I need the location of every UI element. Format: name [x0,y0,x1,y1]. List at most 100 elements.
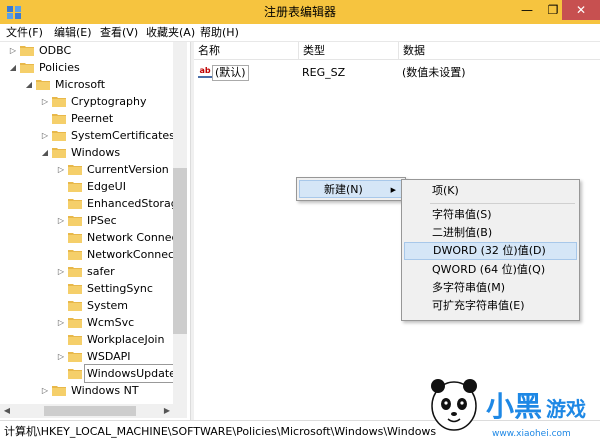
watermark-brand: 小黑 [486,390,542,423]
menu-view[interactable]: 查看(V) [96,24,142,42]
folder-icon [68,284,82,294]
folder-icon [68,165,82,175]
close-button[interactable]: ✕ [562,0,600,20]
folder-icon [52,386,66,396]
new-submenu: 项(K) 字符串值(S) 二进制值(B) DWORD (32 位)值(D) QW… [401,179,580,321]
value-row[interactable]: ab (默认) REG_SZ (数值未设置) [194,64,600,82]
context-menu-new[interactable]: 新建(N) ▶ [299,180,403,198]
expand-icon[interactable]: ▷ [56,161,66,178]
collapse-icon[interactable]: ◢ [40,144,50,161]
registry-path: 计算机\HKEY_LOCAL_MACHINE\SOFTWARE\Policies… [4,425,437,438]
tree-item-policies[interactable]: ◢ Policies [8,59,82,76]
tree-vertical-scroll-thumb[interactable] [173,168,187,334]
folder-icon [52,131,66,141]
tree-item-systemcertificates[interactable]: ▷ SystemCertificates [40,127,177,144]
registry-tree[interactable]: ▷ ODBC ◢ Policies ◢ Microsoft ▷ Cryptography… [0,42,190,420]
submenu-item-string-value[interactable]: 字符串值(S) [404,206,577,224]
tree-item-wcmsvc[interactable]: ▷ WcmSvc [56,314,136,331]
tree-item-label: EnhancedStorage [87,197,185,210]
tree-item-windows[interactable]: ◢ Windows [40,144,122,161]
submenu-item-dword-value[interactable]: DWORD (32 位)值(D) [404,242,577,260]
panda-icon [431,379,477,431]
tree-item-settingsync[interactable]: SettingSync [56,280,155,297]
menu-help[interactable]: 帮助(H) [196,24,243,42]
tree-item-label: WindowsUpdate [84,364,179,383]
folder-icon [68,267,82,277]
tree-item-odbc[interactable]: ▷ ODBC [8,42,73,59]
folder-icon [52,97,66,107]
folder-icon [68,318,82,328]
submenu-item-expandable-string-value[interactable]: 可扩充字符串值(E) [404,297,577,315]
submenu-item-multi-string-value[interactable]: 多字符串值(M) [404,279,577,297]
menu-edit[interactable]: 编辑(E) [50,24,96,42]
tree-item-networkconnecti[interactable]: NetworkConnecti [56,246,183,263]
tree-item-safer[interactable]: ▷ safer [56,263,117,280]
expand-icon[interactable]: ▷ [56,314,66,331]
scroll-right-arrow-icon[interactable]: ▶ [160,404,174,418]
tree-item-system[interactable]: System [56,297,130,314]
menu-favorites[interactable]: 收藏夹(A) [142,24,199,42]
tree-item-label: Cryptography [71,95,147,108]
tree-item-label: CurrentVersion [87,163,169,176]
collapse-icon[interactable]: ◢ [8,59,18,76]
tree-item-currentversion[interactable]: ▷ CurrentVersion [56,161,171,178]
scroll-left-arrow-icon[interactable]: ◀ [0,404,14,418]
tree-item-windows-nt[interactable]: ▷ Windows NT [40,382,141,399]
column-header-name[interactable]: 名称 [194,42,294,60]
tree-item-microsoft[interactable]: ◢ Microsoft [24,76,107,93]
tree-item-label: NetworkConnecti [87,248,182,261]
tree-item-peernet[interactable]: Peernet [40,110,115,127]
tree-item-workplacejoin[interactable]: WorkplaceJoin [56,331,166,348]
value-data: (数值未设置) [402,66,466,79]
tree-item-network-connect[interactable]: Network Connect [56,229,184,246]
tree-item-windowsupdate[interactable]: WindowsUpdate [56,364,179,383]
folder-icon [68,352,82,362]
title-bar: 注册表编辑器 — ❐ ✕ [0,0,600,24]
tree-item-ipsec[interactable]: ▷ IPSec [56,212,119,229]
tree-item-label: SettingSync [87,282,153,295]
folder-icon [20,46,34,56]
expand-icon[interactable]: ▷ [40,93,50,110]
expand-icon[interactable]: ▷ [8,42,18,59]
folder-icon [68,369,82,379]
site-watermark-logo: 小黑 游戏 www.xiaohei.com [431,379,586,439]
tree-item-cryptography[interactable]: ▷ Cryptography [40,93,148,110]
folder-icon [52,148,66,158]
tree-item-label: ODBC [39,44,72,57]
tree-item-label: Network Connect [87,231,182,244]
tree-item-label: WorkplaceJoin [87,333,165,346]
menu-bar: 文件(F) 编辑(E) 查看(V) 收藏夹(A) 帮助(H) [0,24,600,42]
tree-item-label: WSDAPI [87,350,131,363]
tree-item-label: Policies [39,61,80,74]
value-type: REG_SZ [302,66,346,79]
expand-icon[interactable]: ▷ [40,127,50,144]
expand-icon[interactable]: ▷ [40,382,50,399]
window-title: 注册表编辑器 [263,5,336,19]
list-header: 名称 类型 数据 [194,42,600,60]
folder-icon [68,182,82,192]
tree-horizontal-scroll-thumb[interactable] [44,406,136,416]
watermark-url: www.xiaohei.com [492,429,571,439]
tree-item-label: safer [87,265,115,278]
expand-icon[interactable]: ▷ [56,263,66,280]
folder-icon [68,250,82,260]
tree-item-enhancedstorage[interactable]: EnhancedStorage [56,195,186,212]
tree-item-label: Windows [71,146,121,159]
submenu-item-qword-value[interactable]: QWORD (64 位)值(Q) [404,261,577,279]
folder-icon [68,301,82,311]
minimize-button[interactable]: — [514,0,540,20]
submenu-item-key[interactable]: 项(K) [404,182,577,200]
expand-icon[interactable]: ▷ [56,212,66,229]
column-header-type[interactable]: 类型 [298,42,398,60]
submenu-item-binary-value[interactable]: 二进制值(B) [404,224,577,242]
tree-item-edgeui[interactable]: EdgeUI [56,178,128,195]
collapse-icon[interactable]: ◢ [24,76,34,93]
column-header-data[interactable]: 数据 [398,42,598,60]
submenu-separator [430,203,575,204]
tree-item-wsdapi[interactable]: ▷ WSDAPI [56,348,133,365]
string-value-icon: ab [198,66,212,78]
folder-icon [36,80,50,90]
menu-file[interactable]: 文件(F) [2,24,47,42]
context-menu: 新建(N) ▶ [296,177,406,201]
expand-icon[interactable]: ▷ [56,348,66,365]
